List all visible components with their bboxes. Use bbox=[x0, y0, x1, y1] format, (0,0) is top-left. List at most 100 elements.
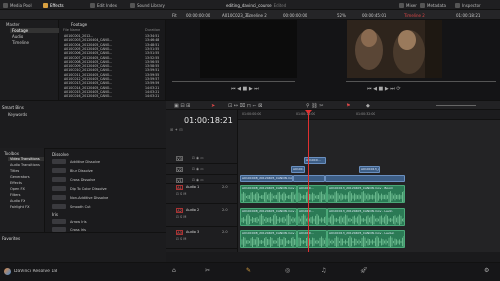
transition-item[interactable]: Dip To Color Dissolve bbox=[70, 187, 107, 191]
track-header-a3[interactable]: A3 Audio 3 2.0 ⊡ S M bbox=[166, 229, 238, 249]
media-page-icon[interactable]: ⌂ bbox=[172, 267, 176, 274]
track-controls-icons[interactable]: ⊡ S M bbox=[176, 215, 186, 219]
audio-clip[interactable]: A010C008_20120405_CANON.mov - L bbox=[240, 185, 297, 203]
track-id[interactable]: A2 bbox=[176, 208, 183, 213]
clip-label: A010C008_20120405_CANON.mov - L bbox=[242, 186, 296, 190]
track-controls-icons[interactable]: ⊡ S M bbox=[176, 237, 186, 241]
source-timecode: 00:00:00:00 bbox=[186, 13, 211, 18]
timeline-ruler[interactable]: 01:00:00:00 01:00:16:00 01:00:32:00 bbox=[238, 110, 500, 120]
track-controls-icons[interactable]: ⊡ S M bbox=[176, 192, 186, 196]
fx-category-item[interactable]: Titles bbox=[10, 169, 19, 173]
video-clip[interactable]: A010C... bbox=[291, 166, 305, 173]
track-controls-icons[interactable]: ⊡ ◉ ▭ bbox=[192, 156, 204, 160]
edit-tools-icons[interactable]: ⊡ ↔ ⌧ ⊓ ⌐ ⊠ bbox=[228, 103, 262, 109]
col-header-duration[interactable]: Duration bbox=[145, 28, 160, 32]
zoom-right[interactable]: 52% bbox=[337, 13, 346, 18]
edit-index-button[interactable]: Edit Index bbox=[90, 2, 117, 8]
playhead[interactable] bbox=[308, 110, 309, 252]
fusion-page-icon[interactable]: ◎ bbox=[285, 267, 290, 274]
track-id[interactable]: A1 bbox=[176, 185, 183, 190]
col-header-name[interactable]: File Name bbox=[63, 28, 80, 32]
audio-clip[interactable]: A010C0... bbox=[297, 185, 327, 203]
track-id[interactable]: A3 bbox=[176, 230, 183, 235]
toolbox-node[interactable]: Toolbox bbox=[4, 151, 19, 156]
audio-clip[interactable]: A010C008_20120405_CANON.mov - L bbox=[240, 230, 297, 248]
edit-page-icon[interactable]: ✎ bbox=[246, 267, 251, 274]
timeline-name[interactable]: Timeline 2 bbox=[246, 13, 267, 18]
bin-audio[interactable]: Audio bbox=[12, 34, 23, 39]
track-id[interactable]: V3 bbox=[176, 156, 183, 161]
audio-clip[interactable]: A010C013_20120405_CANON.mov - Lavln bbox=[327, 208, 405, 226]
track-header-v3[interactable]: V3 ⊡ ◉ ▭ bbox=[166, 155, 238, 164]
cut-page-icon[interactable]: ✂ bbox=[205, 267, 210, 274]
fx-category-item[interactable]: Open FX bbox=[10, 187, 25, 191]
file-name[interactable]: A010C016_20120405_CANO... bbox=[64, 94, 140, 98]
fx-category-item[interactable]: Audio Transitions bbox=[10, 163, 40, 167]
bin-footage[interactable]: Footage bbox=[10, 28, 59, 33]
effects-button[interactable]: Effects bbox=[43, 2, 64, 8]
track-header-v2[interactable]: V2 ⊡ ◉ ▭ bbox=[166, 166, 238, 175]
source-scrubber[interactable] bbox=[172, 81, 295, 82]
track-header-v1[interactable]: V1 ⊡ ◉ ▭ bbox=[166, 177, 238, 184]
audio-clip[interactable]: A010C0... bbox=[297, 230, 327, 248]
timeline-label[interactable]: Timeline 2 bbox=[404, 13, 425, 18]
master-bin[interactable]: Master bbox=[6, 22, 20, 27]
transition-item[interactable]: Additive Dissolve bbox=[70, 160, 100, 164]
transition-item[interactable]: Cross Dissolve bbox=[70, 178, 95, 182]
zoom-slider[interactable] bbox=[436, 105, 476, 106]
snap-icons[interactable]: ⚲ ⛓ ✂ bbox=[306, 103, 323, 109]
media-pool-button[interactable]: Media Pool bbox=[3, 2, 32, 8]
track-id[interactable]: V2 bbox=[176, 167, 183, 172]
waveform bbox=[241, 191, 296, 202]
video-clip[interactable]: A010C008_20120405_CANON.mov bbox=[240, 175, 293, 182]
fx-category-item[interactable]: Generators bbox=[10, 175, 30, 179]
sound-library-button[interactable]: Sound Library bbox=[130, 2, 165, 8]
video-clip[interactable] bbox=[325, 175, 405, 182]
transition-thumbnail bbox=[52, 219, 66, 224]
fx-category-item[interactable]: Filters bbox=[10, 193, 21, 197]
video-clip[interactable] bbox=[293, 175, 325, 182]
track-options-icons[interactable]: ⊞ ✦ ⊟ bbox=[170, 127, 183, 132]
track-header-a2[interactable]: A2 Audio 2 2.0 ⊡ S M bbox=[166, 207, 238, 227]
source-play-controls[interactable]: ⏮ ◀ ■ ▶ ⏭ bbox=[231, 86, 259, 92]
audio-clip[interactable]: A010C013_20120405_CANON.mov - Boom bbox=[327, 185, 405, 203]
mixer-button[interactable]: Mixer bbox=[399, 2, 417, 8]
program-scrubber[interactable] bbox=[346, 81, 496, 82]
flag-icon[interactable]: ⚑ bbox=[346, 103, 350, 109]
bin-timeline[interactable]: Timeline bbox=[12, 40, 29, 45]
fx-category-item[interactable]: Video Transitions bbox=[8, 157, 44, 161]
fx-category-item[interactable]: Fairlight FX bbox=[10, 205, 30, 209]
davinci-logo-icon bbox=[4, 268, 11, 275]
track-controls-icons[interactable]: ⊡ ◉ ▭ bbox=[192, 178, 204, 182]
source-viewer[interactable] bbox=[200, 20, 297, 78]
timeline-viewer[interactable] bbox=[347, 20, 442, 78]
video-clip[interactable]: A010C013_20120405_CANON.mov bbox=[359, 166, 380, 173]
audio-clip[interactable]: A010C008_20120405_CANON.mov - L bbox=[240, 208, 297, 226]
transition-thumbnail bbox=[52, 186, 66, 191]
toolbar-icons-left[interactable]: ▣ ⊟ ⊞ bbox=[174, 103, 190, 109]
marker-icon[interactable]: ◆ bbox=[366, 103, 370, 109]
transition-item[interactable]: Blur Dissolve bbox=[70, 169, 93, 173]
transition-item[interactable]: Non-Additive Dissolve bbox=[70, 196, 108, 200]
audio-clip[interactable]: A010C013_20120405_CANON.mov - Lavlun bbox=[327, 230, 405, 248]
transition-thumbnail bbox=[52, 195, 66, 200]
metadata-button[interactable]: Metadata bbox=[420, 2, 446, 8]
clip-label: A010C008_20120405_CANON.mov - L bbox=[242, 231, 296, 235]
transition-item[interactable]: Arrow Iris bbox=[70, 220, 87, 224]
audio-clip[interactable]: A010C0... bbox=[297, 208, 327, 226]
track-header-a1[interactable]: A1 Audio 1 2.0 ⊡ S M bbox=[166, 184, 238, 204]
track-controls-icons[interactable]: ⊡ ◉ ▭ bbox=[192, 167, 204, 171]
track-id[interactable]: V1 bbox=[176, 178, 183, 183]
fx-category-item[interactable]: Effects bbox=[10, 181, 22, 185]
zoom-left[interactable]: Fit bbox=[172, 13, 177, 18]
file-duration: 14:03:21 bbox=[145, 94, 160, 99]
inspector-button[interactable]: Inspector bbox=[455, 2, 481, 8]
smart-bin-keywords[interactable]: Keywords bbox=[8, 112, 27, 117]
program-play-controls[interactable]: ⏮ ◀ ■ ▶ ⏭ ⟳ bbox=[367, 86, 401, 92]
fx-category-item[interactable]: Audio FX bbox=[10, 199, 25, 203]
transition-item[interactable]: Smooth Cut bbox=[70, 205, 91, 209]
selection-tool-icon[interactable]: ➤ bbox=[211, 103, 215, 109]
deliver-page-icon[interactable]: 🚀︎ bbox=[360, 267, 368, 274]
settings-gear-icon[interactable]: ⚙ bbox=[484, 267, 489, 274]
fairlight-page-icon[interactable]: ♫ bbox=[321, 267, 326, 274]
